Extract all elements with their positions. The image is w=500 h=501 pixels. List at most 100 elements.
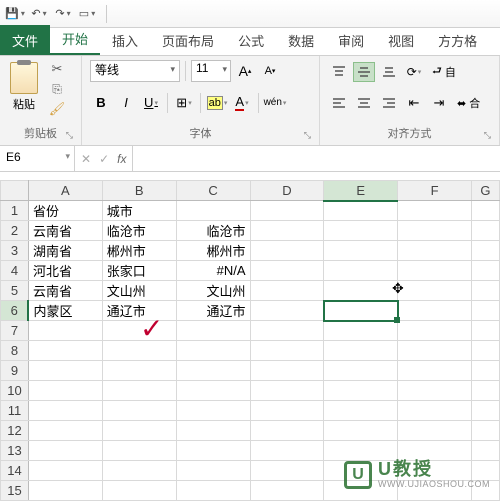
cell-B9[interactable] [102,361,176,381]
tab-file[interactable]: 文件 [0,25,50,55]
cut-button[interactable]: ✂ [47,60,67,78]
cell-B11[interactable] [102,401,176,421]
cell-F6[interactable] [398,301,472,321]
row-header-2[interactable]: 2 [1,221,29,241]
tab-7[interactable]: 方方格 [426,25,489,55]
cell-C15[interactable] [176,481,250,501]
font-name-select[interactable]: 等线 [90,60,180,82]
row-header-1[interactable]: 1 [1,201,29,221]
formula-input[interactable] [133,146,500,171]
cell-B10[interactable] [102,381,176,401]
tab-1[interactable]: 插入 [100,25,150,55]
column-header-A[interactable]: A [28,181,102,201]
cell-E10[interactable] [324,381,398,401]
cell-D8[interactable] [250,341,324,361]
cell-A11[interactable] [28,401,102,421]
phonetic-button[interactable]: wén [264,92,286,114]
align-middle-button[interactable] [353,62,375,82]
cell-C11[interactable] [176,401,250,421]
row-header-7[interactable]: 7 [1,321,29,341]
align-bottom-button[interactable] [378,62,400,82]
tab-4[interactable]: 数据 [276,25,326,55]
cell-C4[interactable]: #N/A [176,261,250,281]
cell-E3[interactable] [324,241,398,261]
cell-B4[interactable]: 张家口 [102,261,176,281]
cell-F3[interactable] [398,241,472,261]
row-header-8[interactable]: 8 [1,341,29,361]
cell-D14[interactable] [250,461,324,481]
cell-B14[interactable] [102,461,176,481]
font-launcher-icon[interactable]: ⤡ [304,130,311,141]
cell-E5[interactable] [324,281,398,301]
cell-G9[interactable] [471,361,499,381]
cell-C6[interactable]: 通辽市 [176,301,250,321]
cell-C9[interactable] [176,361,250,381]
row-header-5[interactable]: 5 [1,281,29,301]
cell-D2[interactable] [250,221,324,241]
cell-G10[interactable] [471,381,499,401]
cell-B3[interactable]: 郴州市 [102,241,176,261]
cell-A15[interactable] [28,481,102,501]
cell-A2[interactable]: 云南省 [28,221,102,241]
alignment-launcher-icon[interactable]: ⤡ [484,130,491,141]
cell-A5[interactable]: 云南省 [28,281,102,301]
cell-A10[interactable] [28,381,102,401]
cell-C1[interactable] [176,201,250,221]
cell-A6[interactable]: 内蒙区 [28,301,102,321]
merge-center-button[interactable]: ⬌合 [453,93,484,113]
tab-5[interactable]: 审阅 [326,25,376,55]
cell-G6[interactable] [471,301,499,321]
font-size-select[interactable]: 11 [191,60,231,82]
orientation-button[interactable]: ⟳ [403,61,425,83]
cell-F11[interactable] [398,401,472,421]
cell-D12[interactable] [250,421,324,441]
cell-A3[interactable]: 湖南省 [28,241,102,261]
cell-A8[interactable] [28,341,102,361]
cell-C10[interactable] [176,381,250,401]
cell-C7[interactable] [176,321,250,341]
cell-F10[interactable] [398,381,472,401]
cell-D11[interactable] [250,401,324,421]
cell-A4[interactable]: 河北省 [28,261,102,281]
cell-F4[interactable] [398,261,472,281]
cell-D5[interactable] [250,281,324,301]
row-header-6[interactable]: 6 [1,301,29,321]
cell-F5[interactable] [398,281,472,301]
row-header-14[interactable]: 14 [1,461,29,481]
cell-C5[interactable]: 文山州 [176,281,250,301]
tab-2[interactable]: 页面布局 [150,25,226,55]
cell-G2[interactable] [471,221,499,241]
column-header-B[interactable]: B [102,181,176,201]
cell-B5[interactable]: 文山州 [102,281,176,301]
cell-D7[interactable] [250,321,324,341]
save-icon[interactable]: 💾 [6,5,24,23]
cell-F13[interactable] [398,441,472,461]
cell-E6[interactable] [324,301,398,321]
cell-A14[interactable] [28,461,102,481]
bold-button[interactable]: B [90,92,112,114]
clipboard-launcher-icon[interactable]: ⤡ [66,130,73,141]
row-header-12[interactable]: 12 [1,421,29,441]
cell-D10[interactable] [250,381,324,401]
fx-icon[interactable]: fx [117,152,126,166]
cell-E7[interactable] [324,321,398,341]
align-right-button[interactable] [378,93,400,113]
cell-E2[interactable] [324,221,398,241]
cell-D15[interactable] [250,481,324,501]
cell-B1[interactable]: 城市 [102,201,176,221]
cell-A7[interactable] [28,321,102,341]
cell-B15[interactable] [102,481,176,501]
cell-D1[interactable] [250,201,324,221]
cell-C2[interactable]: 临沧市 [176,221,250,241]
cell-E1[interactable] [324,201,398,221]
cell-D3[interactable] [250,241,324,261]
cell-F8[interactable] [398,341,472,361]
cell-C8[interactable] [176,341,250,361]
cell-G13[interactable] [471,441,499,461]
cell-B6[interactable]: 通辽市 [102,301,176,321]
shrink-font-button[interactable]: A▾ [259,60,281,82]
cell-B8[interactable] [102,341,176,361]
cell-E12[interactable] [324,421,398,441]
cell-B2[interactable]: 临沧市 [102,221,176,241]
tab-0[interactable]: 开始 [50,23,100,55]
